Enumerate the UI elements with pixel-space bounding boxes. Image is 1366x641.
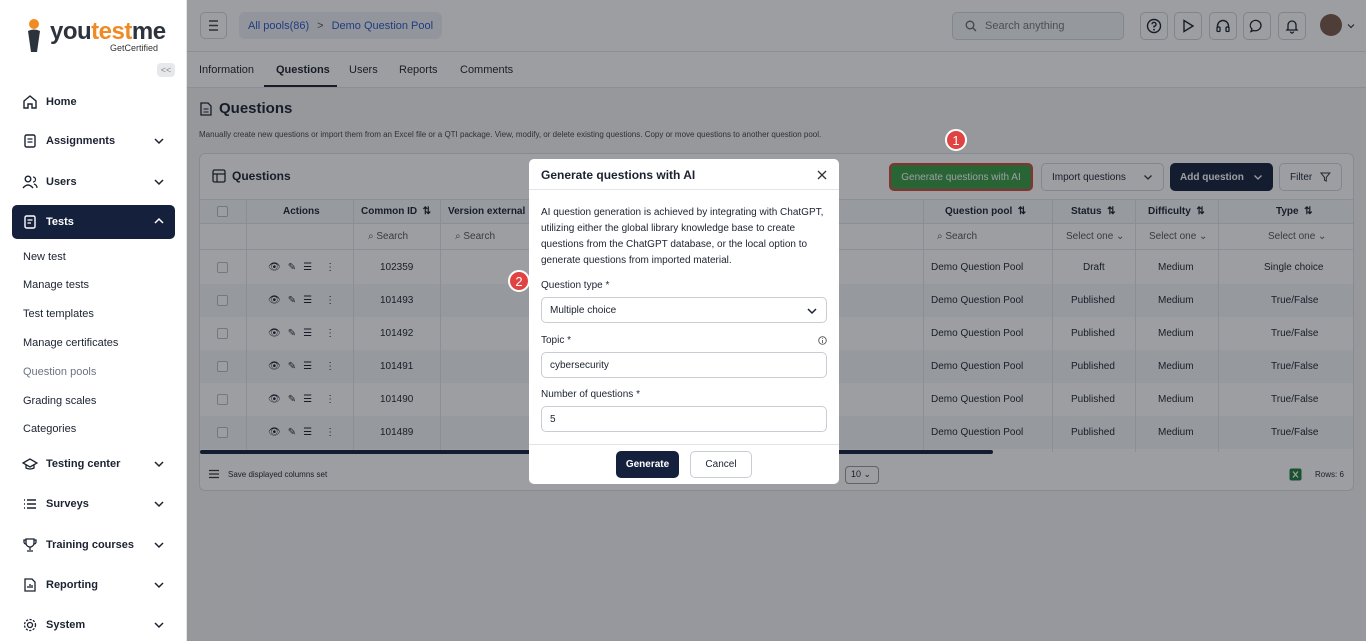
chevron-down-icon [154, 461, 164, 468]
required-mark: * [605, 280, 610, 291]
chevron-down-icon [154, 542, 164, 549]
modal-title: Generate questions with AI [541, 168, 696, 182]
sidebar-item-label: Assignments [46, 135, 116, 147]
logo[interactable]: youtestme GetCertified [22, 16, 172, 56]
sidebar-item-label: Users [46, 176, 77, 188]
chevron-down-icon [154, 582, 164, 589]
list-icon [24, 499, 36, 509]
chevron-down-icon [154, 622, 164, 629]
sidebar-item-label: Training courses [46, 539, 135, 551]
number-of-questions-input[interactable]: 5 [541, 406, 827, 432]
required-mark: * [636, 389, 640, 400]
sidebar-item-users[interactable]: Users [12, 166, 175, 198]
topic-label: Topic * [541, 335, 571, 346]
sidebar-item-system[interactable]: System [12, 609, 175, 641]
chevron-down-icon [154, 179, 164, 186]
sidebar-item-reporting[interactable]: Reporting [12, 569, 175, 601]
chevron-down-icon [154, 138, 164, 145]
users-icon [22, 175, 38, 189]
tests-icon [24, 215, 36, 229]
sidebar-item-assignments[interactable]: Assignments [12, 125, 175, 157]
sidebar-item-label: Tests [46, 216, 74, 228]
sidebar-sub-manage-tests[interactable]: Manage tests [23, 279, 89, 291]
sidebar-item-label: Testing center [46, 458, 121, 470]
question-type-label: Question type * [541, 280, 609, 291]
close-icon[interactable] [815, 168, 829, 182]
home-icon [23, 95, 37, 109]
sidebar-sub-categories[interactable]: Categories [23, 423, 76, 435]
sidebar: youtestme GetCertified << Home Assignmen… [0, 0, 187, 641]
label-text: Question type [541, 280, 603, 291]
sidebar-item-tests[interactable]: Tests [12, 205, 175, 239]
chevron-down-icon [807, 308, 817, 315]
generate-button[interactable]: Generate [616, 451, 679, 478]
logo-wordmark: youtestme [50, 18, 166, 45]
sidebar-sub-manage-certificates[interactable]: Manage certificates [23, 337, 118, 349]
sidebar-item-testing-center[interactable]: Testing center [12, 448, 175, 480]
sidebar-item-label: Home [46, 96, 77, 108]
info-icon[interactable] [818, 336, 827, 345]
clipboard-icon [24, 134, 36, 148]
generate-ai-modal: Generate questions with AI AI question g… [529, 159, 839, 484]
modal-divider [529, 189, 839, 190]
step-marker-2: 2 [508, 270, 530, 292]
number-label: Number of questions * [541, 389, 640, 400]
sidebar-item-label: System [46, 619, 86, 631]
report-icon [24, 578, 36, 592]
modal-divider [529, 444, 839, 445]
sidebar-item-training-courses[interactable]: Training courses [12, 529, 175, 561]
sidebar-item-label: Reporting [46, 579, 98, 591]
required-mark: * [567, 335, 572, 346]
topic-input[interactable]: cybersecurity [541, 352, 827, 378]
sidebar-item-surveys[interactable]: Surveys [12, 488, 175, 520]
chevron-up-icon [154, 217, 164, 224]
sidebar-sub-new-test[interactable]: New test [23, 251, 66, 263]
number-value: 5 [550, 413, 556, 425]
chevron-down-icon [154, 501, 164, 508]
modal-description: AI question generation is achieved by in… [541, 207, 824, 266]
sidebar-item-home[interactable]: Home [12, 86, 175, 118]
topic-value: cybersecurity [550, 359, 609, 371]
sidebar-sub-question-pools[interactable]: Question pools [23, 366, 96, 378]
label-text: Topic [541, 335, 565, 346]
cancel-button[interactable]: Cancel [690, 451, 752, 478]
gear-icon [23, 618, 37, 632]
testing-center-icon [22, 458, 38, 470]
collapse-sidebar-button[interactable]: << [157, 63, 175, 77]
question-type-value: Multiple choice [550, 304, 617, 316]
trophy-icon [23, 538, 37, 552]
step-marker-1: 1 [945, 129, 967, 151]
question-type-select[interactable]: Multiple choice [541, 297, 827, 323]
sidebar-sub-test-templates[interactable]: Test templates [23, 308, 94, 320]
sidebar-item-label: Surveys [46, 498, 89, 510]
logo-person-icon [28, 19, 40, 52]
sidebar-sub-grading-scales[interactable]: Grading scales [23, 395, 96, 407]
logo-tagline: GetCertified [110, 43, 159, 53]
label-text: Number of questions [541, 389, 634, 400]
